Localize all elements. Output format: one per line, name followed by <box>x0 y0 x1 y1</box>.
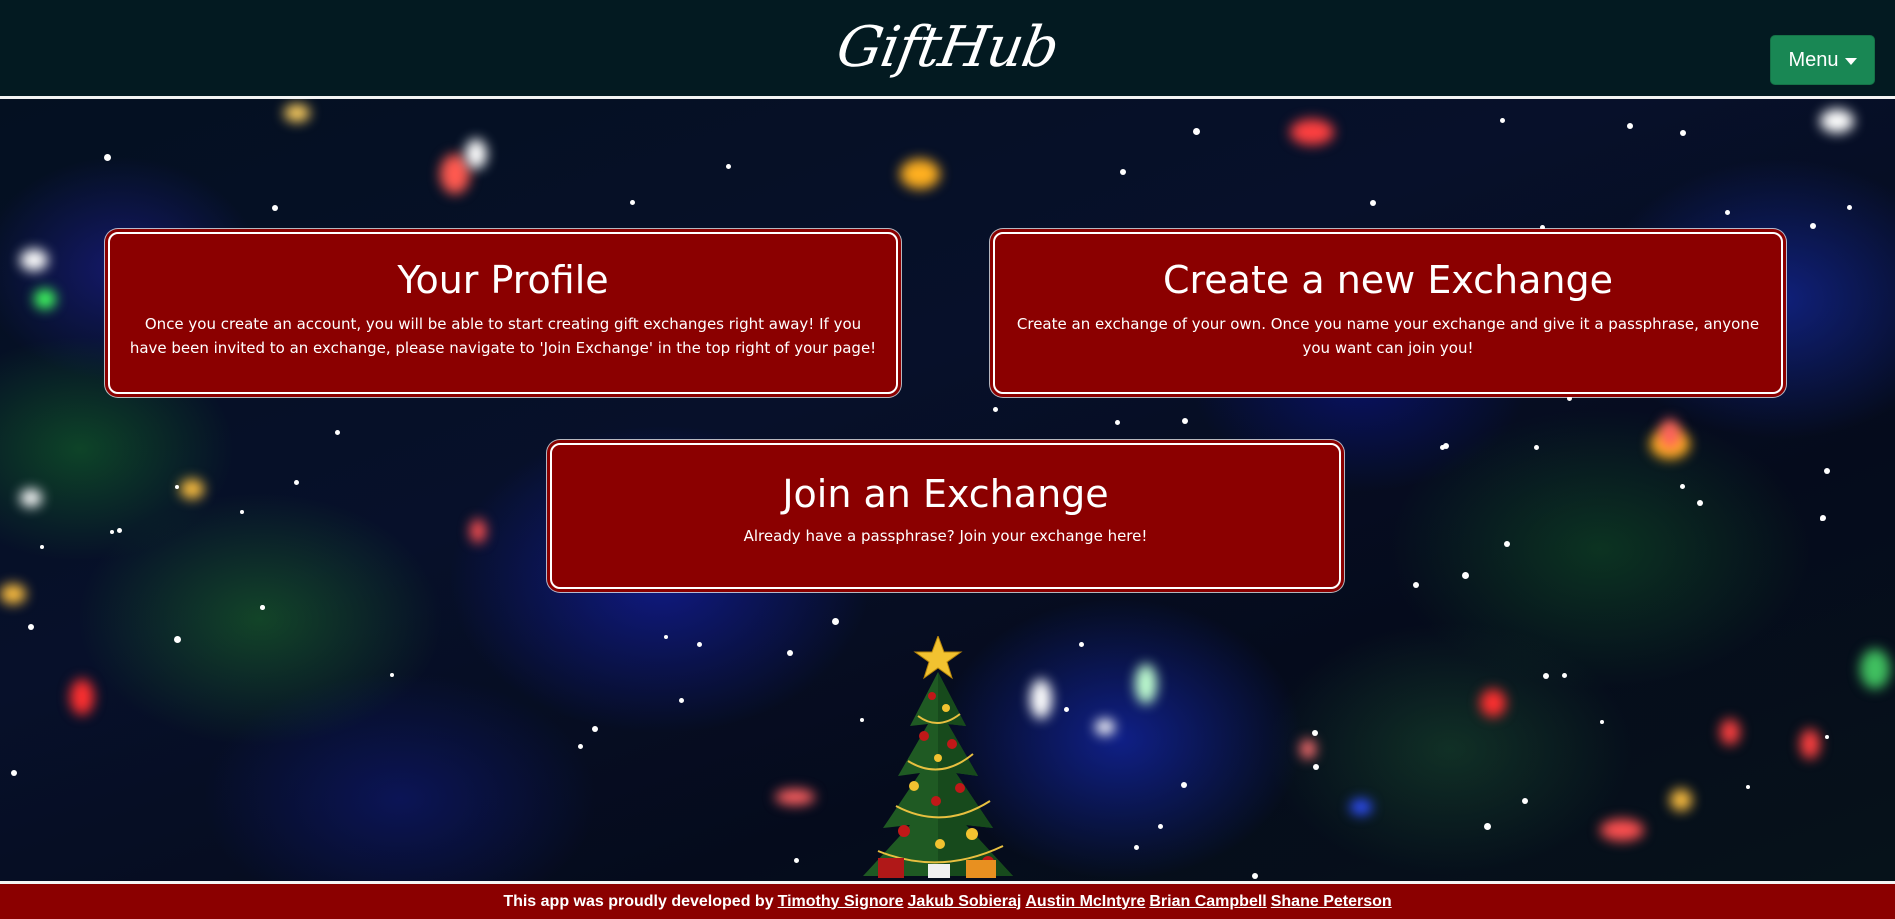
card-description: Already have a passphrase? Join your exc… <box>743 527 1148 545</box>
footer-intro: This app was proudly developed by <box>503 892 774 910</box>
page: GiftHub Menu Your Profile Once you creat… <box>0 0 1895 919</box>
join-exchange-card[interactable]: Join an Exchange Already have a passphra… <box>550 443 1341 589</box>
footer-credits: This app was proudly developed by Timoth… <box>0 881 1895 919</box>
top-navbar: GiftHub Menu <box>0 0 1895 99</box>
your-profile-card[interactable]: Your Profile Once you create an account,… <box>108 232 898 394</box>
developer-link[interactable]: Jakub Sobieraj <box>908 893 1022 911</box>
card-description: Create an exchange of your own. Once you… <box>1016 315 1760 357</box>
menu-dropdown-button[interactable]: Menu <box>1770 35 1875 85</box>
menu-button-label: Menu <box>1788 48 1839 71</box>
developer-link[interactable]: Brian Campbell <box>1149 893 1266 911</box>
card-description: Once you create an account, you will be … <box>129 315 877 357</box>
developer-link[interactable]: Austin McIntyre <box>1025 893 1145 911</box>
christmas-tree-icon <box>863 636 1013 878</box>
brand-logo[interactable]: GiftHub <box>0 8 1895 88</box>
card-title: Create a new Exchange <box>1162 258 1613 302</box>
card-title: Join an Exchange <box>782 472 1109 516</box>
developer-link[interactable]: Timothy Signore <box>778 893 904 911</box>
create-exchange-card[interactable]: Create a new Exchange Create an exchange… <box>993 232 1783 394</box>
caret-down-icon <box>1844 57 1857 65</box>
developer-link[interactable]: Shane Peterson <box>1271 893 1392 911</box>
card-title: Your Profile <box>397 258 609 302</box>
